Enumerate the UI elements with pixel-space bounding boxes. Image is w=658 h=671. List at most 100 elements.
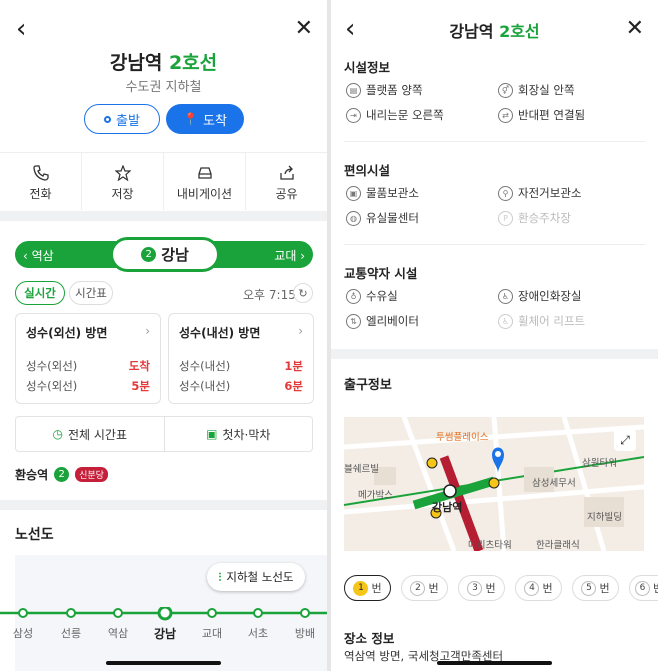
action-bar: 전화 저장 내비게이션 공유 (0, 152, 327, 210)
station-facility-screen: ‹ ✕ 강남역 2호선 시설정보 ▤ 플랫폼 양쪽 ⚥ 회장실 안쪽 ⇥ 내리는문 오… (331, 0, 658, 671)
station-dot[interactable] (253, 608, 263, 618)
exit-number: 5 (581, 580, 597, 596)
refresh-icon[interactable]: ↻ (293, 283, 313, 303)
arrival-eta: 1분 (284, 359, 303, 373)
subway-map-icon: ⫶ (218, 569, 222, 584)
line-station-bar: ‹ 역삼 2 강남 교대 › (15, 237, 313, 272)
current-station-label: 강남 (161, 246, 189, 264)
current-station-dot[interactable] (157, 607, 173, 621)
exit-button[interactable]: 5번 (572, 575, 619, 601)
place-title: 장소 정보 (344, 631, 395, 646)
exit-suffix: 번 (653, 580, 658, 596)
expand-icon[interactable]: ⤢ (614, 429, 636, 451)
facility-item-label: 플랫폼 양쪽 (366, 83, 423, 97)
access-item-label: 장애인화장실 (518, 289, 582, 303)
full-timetable-button[interactable]: ◷ 전체 시간표 (16, 417, 165, 451)
amenity-item-disabled: P 환승주차장 (498, 210, 571, 226)
region-label: 수도권 지하철 (125, 80, 202, 95)
line-name: 2호선 (168, 52, 218, 74)
direction-title: 성수(외선) 방면 (26, 326, 108, 340)
call-label: 전화 (29, 187, 52, 201)
route-station-label[interactable]: 교대 (202, 625, 222, 641)
depart-dot-icon (104, 115, 112, 123)
car-icon (197, 167, 212, 179)
platform-icon: ▤ (346, 82, 361, 98)
map-label: 블쉐르빌 (344, 464, 379, 475)
arrival-dest: 성수(외선) (26, 379, 78, 393)
depart-button[interactable]: 출발 (84, 104, 160, 134)
amenity-title: 편의시설 (344, 163, 391, 178)
locker-icon: ▣ (346, 185, 361, 201)
route-station-label[interactable]: 역삼 (108, 625, 128, 641)
exit-map[interactable]: 투썸플레이스 삼원타워 삼성세무서 지하빌딩 한라클래식 메가박스 메리츠타워 … (344, 417, 644, 551)
tab-realtime[interactable]: 실시간 (15, 281, 65, 305)
tab-timetable[interactable]: 시간표 (69, 281, 113, 305)
wheelchair-lift-icon: ♿ (498, 313, 513, 329)
facility-title: 시설정보 (344, 60, 391, 75)
facility-item-label: 반대편 연결됨 (518, 108, 586, 122)
navigation-button[interactable]: 내비게이션 (164, 153, 246, 210)
facility-item: ⚥ 회장실 안쪽 (498, 82, 575, 98)
exit-selector: 1번 2번 3번 4번 5번 (344, 575, 619, 601)
station-dot[interactable] (207, 608, 217, 618)
line-number-badge: 2 (141, 247, 157, 262)
facility-item: ⇄ 반대편 연결됨 (498, 107, 585, 123)
home-indicator (106, 661, 221, 665)
map-station-label: 강남역 (432, 501, 463, 514)
route-station-label[interactable]: 서초 (248, 625, 268, 641)
exit-number: 4 (524, 580, 540, 596)
transfer-label: 환승역 (15, 468, 49, 482)
arrive-button[interactable]: 📍 도착 (166, 104, 244, 134)
route-station-label[interactable]: 방배 (295, 625, 315, 641)
access-title: 교통약자 시설 (344, 266, 418, 281)
elevator-icon: ⇅ (346, 313, 361, 329)
direction-card-outer[interactable]: 성수(외선) 방면 › 성수(외선) 도착 성수(외선) 5분 (15, 313, 161, 404)
prev-station-link[interactable]: ‹ 역삼 (23, 247, 54, 264)
first-last-button[interactable]: ▣ 첫차·막차 (165, 417, 313, 451)
exit-button[interactable]: 4번 (515, 575, 562, 601)
close-icon[interactable]: ✕ (295, 16, 313, 41)
share-icon (279, 165, 294, 180)
star-icon (114, 165, 131, 181)
route-station-label[interactable]: 선릉 (61, 625, 81, 641)
save-button[interactable]: 저장 (82, 153, 164, 210)
exit-suffix: 번 (542, 582, 553, 595)
facility-item: ⇥ 내리는문 오른쪽 (346, 107, 444, 123)
divider (344, 141, 645, 142)
exit-button[interactable]: 1번 (344, 575, 391, 601)
subway-map-button[interactable]: ⫶ 지하철 노선도 (207, 563, 305, 591)
station-dot[interactable] (300, 608, 310, 618)
current-time: 오후 7:15 (243, 288, 296, 302)
arrival-eta: 도착 (128, 359, 150, 373)
amenity-item-label: 자전거보관소 (518, 186, 582, 200)
station-name: 강남역 (109, 52, 163, 74)
amenity-item-label: 유실물센터 (366, 211, 419, 225)
station-dot[interactable] (66, 608, 76, 618)
route-line (0, 607, 327, 621)
transfer-shinbundang-badge[interactable]: 신분당 (75, 467, 108, 482)
arrival-dest: 성수(내선) (179, 379, 231, 393)
route-station-label[interactable]: 삼성 (13, 625, 33, 641)
station-dot[interactable] (18, 608, 28, 618)
direction-card-inner[interactable]: 성수(내선) 방면 › 성수(내선) 1분 성수(내선) 6분 (168, 313, 314, 404)
station-dot[interactable] (113, 608, 123, 618)
map-label: 메가박스 (358, 490, 393, 501)
swap-icon: ⇄ (498, 107, 513, 123)
arrive-label: 도착 (203, 113, 227, 129)
amenity-item-label: 환승주차장 (518, 211, 571, 225)
route-station-label[interactable]: 강남 (154, 625, 176, 642)
transfer-line2-badge[interactable]: 2 (54, 467, 70, 482)
exit-button[interactable]: 2번 (401, 575, 448, 601)
call-button[interactable]: 전화 (0, 153, 82, 210)
access-item-label: 엘리베이터 (366, 314, 419, 328)
access-item-disabled: ♿ 휠체어 리프트 (498, 313, 585, 329)
prev-station-label: 역삼 (31, 249, 54, 263)
exit-button[interactable]: 3번 (458, 575, 505, 601)
divider (344, 244, 645, 245)
exit-button[interactable]: 6번 (629, 575, 658, 601)
map-label: 한라클래식 (536, 540, 580, 551)
parking-icon: P (498, 210, 513, 226)
back-icon[interactable]: ‹ (16, 14, 26, 44)
share-button[interactable]: 공유 (246, 153, 327, 210)
next-station-link[interactable]: 교대 › (274, 247, 305, 264)
